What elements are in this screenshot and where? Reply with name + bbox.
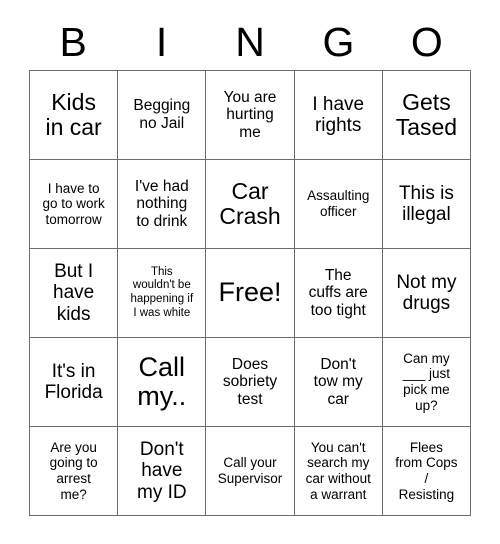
bingo-cell-g1[interactable]: I have rights — [294, 71, 383, 160]
bingo-cell-label: I have rights — [312, 93, 365, 136]
bingo-cell-g2[interactable]: Assaulting officer — [294, 160, 383, 249]
bingo-cell-o1[interactable]: Gets Tased — [382, 71, 472, 160]
bingo-cell-label: Not my drugs — [396, 271, 457, 314]
bingo-cell-o3[interactable]: Not my drugs — [382, 249, 472, 338]
bingo-cell-label: Can my ___ just pick me up? — [402, 350, 451, 413]
bingo-cell-g4[interactable]: Don't tow my car — [294, 338, 383, 427]
bingo-cell-label: Don't have my ID — [137, 439, 187, 503]
bingo-cell-i5[interactable]: Don't have my ID — [118, 427, 207, 516]
bingo-cell-label: You are hurting me — [223, 88, 277, 141]
bingo-cell-g5[interactable]: You can't search my car without a warran… — [294, 427, 383, 516]
bingo-cell-label: Free! — [218, 277, 282, 308]
bingo-cell-o4[interactable]: Can my ___ just pick me up? — [382, 338, 472, 427]
bingo-cell-b3[interactable]: But I have kids — [30, 249, 119, 338]
bingo-cell-label: This wouldn't be happening if I was whit… — [130, 265, 194, 319]
bingo-cell-label: The cuffs are too tight — [308, 266, 368, 319]
bingo-header-letter-b: B — [59, 18, 87, 65]
bingo-cell-n1[interactable]: You are hurting me — [206, 71, 295, 160]
bingo-header-letter-g: G — [322, 18, 355, 65]
bingo-header-letter-i: I — [155, 18, 168, 65]
bingo-cell-label: This is illegal — [398, 182, 454, 225]
bingo-cell-label: Are you going to arrest me? — [49, 439, 98, 502]
bingo-cell-b4[interactable]: It's in Florida — [30, 338, 119, 427]
bingo-cell-label: I've had nothing to drink — [134, 177, 189, 230]
bingo-cell-n2[interactable]: Car Crash — [206, 160, 295, 249]
bingo-row: I have to go to work tomorrow I've had n… — [30, 160, 472, 249]
bingo-row: It's in Florida Call my.. Does sobriety … — [30, 338, 472, 427]
bingo-cell-label: You can't search my car without a warran… — [305, 439, 371, 502]
bingo-cell-b5[interactable]: Are you going to arrest me? — [30, 427, 119, 516]
bingo-cell-label: Flees from Cops / Resisting — [395, 439, 458, 502]
bingo-cell-i3[interactable]: This wouldn't be happening if I was whit… — [118, 249, 207, 338]
bingo-row: Are you going to arrest me? Don't have m… — [30, 427, 472, 516]
bingo-header-letter-o: O — [410, 18, 443, 65]
bingo-cell-i2[interactable]: I've had nothing to drink — [118, 160, 207, 249]
bingo-cell-label: Kids in car — [45, 88, 102, 140]
bingo-grid: Kids in car Begging no Jail You are hurt… — [29, 70, 472, 516]
bingo-cell-label: Assaulting officer — [307, 188, 370, 219]
bingo-cell-o2[interactable]: This is illegal — [382, 160, 472, 249]
bingo-cell-n4[interactable]: Does sobriety test — [206, 338, 295, 427]
bingo-cell-label: But I have kids — [53, 261, 95, 325]
bingo-cell-label: I have to go to work tomorrow — [42, 180, 105, 227]
bingo-cell-o5[interactable]: Flees from Cops / Resisting — [382, 427, 472, 516]
bingo-cell-label: It's in Florida — [44, 360, 103, 403]
bingo-cell-n5[interactable]: Call your Supervisor — [206, 427, 295, 516]
bingo-cell-label: Call your Supervisor — [217, 455, 283, 486]
bingo-header-row: B I N G O — [29, 14, 471, 70]
bingo-cell-label: Begging no Jail — [133, 97, 191, 132]
bingo-cell-n3-free[interactable]: Free! — [206, 249, 295, 338]
bingo-cell-b2[interactable]: I have to go to work tomorrow — [30, 160, 119, 249]
bingo-cell-i4[interactable]: Call my.. — [118, 338, 207, 427]
bingo-cell-label: Does sobriety test — [222, 355, 278, 408]
bingo-cell-label: Don't tow my car — [313, 355, 363, 408]
bingo-cell-label: Car Crash — [219, 177, 281, 229]
bingo-card: B I N G O Kids in car Begging no Jail Yo… — [29, 14, 472, 516]
bingo-header-letter-n: N — [235, 18, 265, 65]
bingo-cell-label: Call my.. — [137, 351, 187, 411]
bingo-cell-label: Gets Tased — [395, 88, 458, 140]
bingo-cell-g3[interactable]: The cuffs are too tight — [294, 249, 383, 338]
bingo-cell-b1[interactable]: Kids in car — [30, 71, 119, 160]
bingo-row: But I have kids This wouldn't be happeni… — [30, 249, 472, 338]
bingo-row: Kids in car Begging no Jail You are hurt… — [30, 71, 472, 160]
bingo-cell-i1[interactable]: Begging no Jail — [118, 71, 207, 160]
